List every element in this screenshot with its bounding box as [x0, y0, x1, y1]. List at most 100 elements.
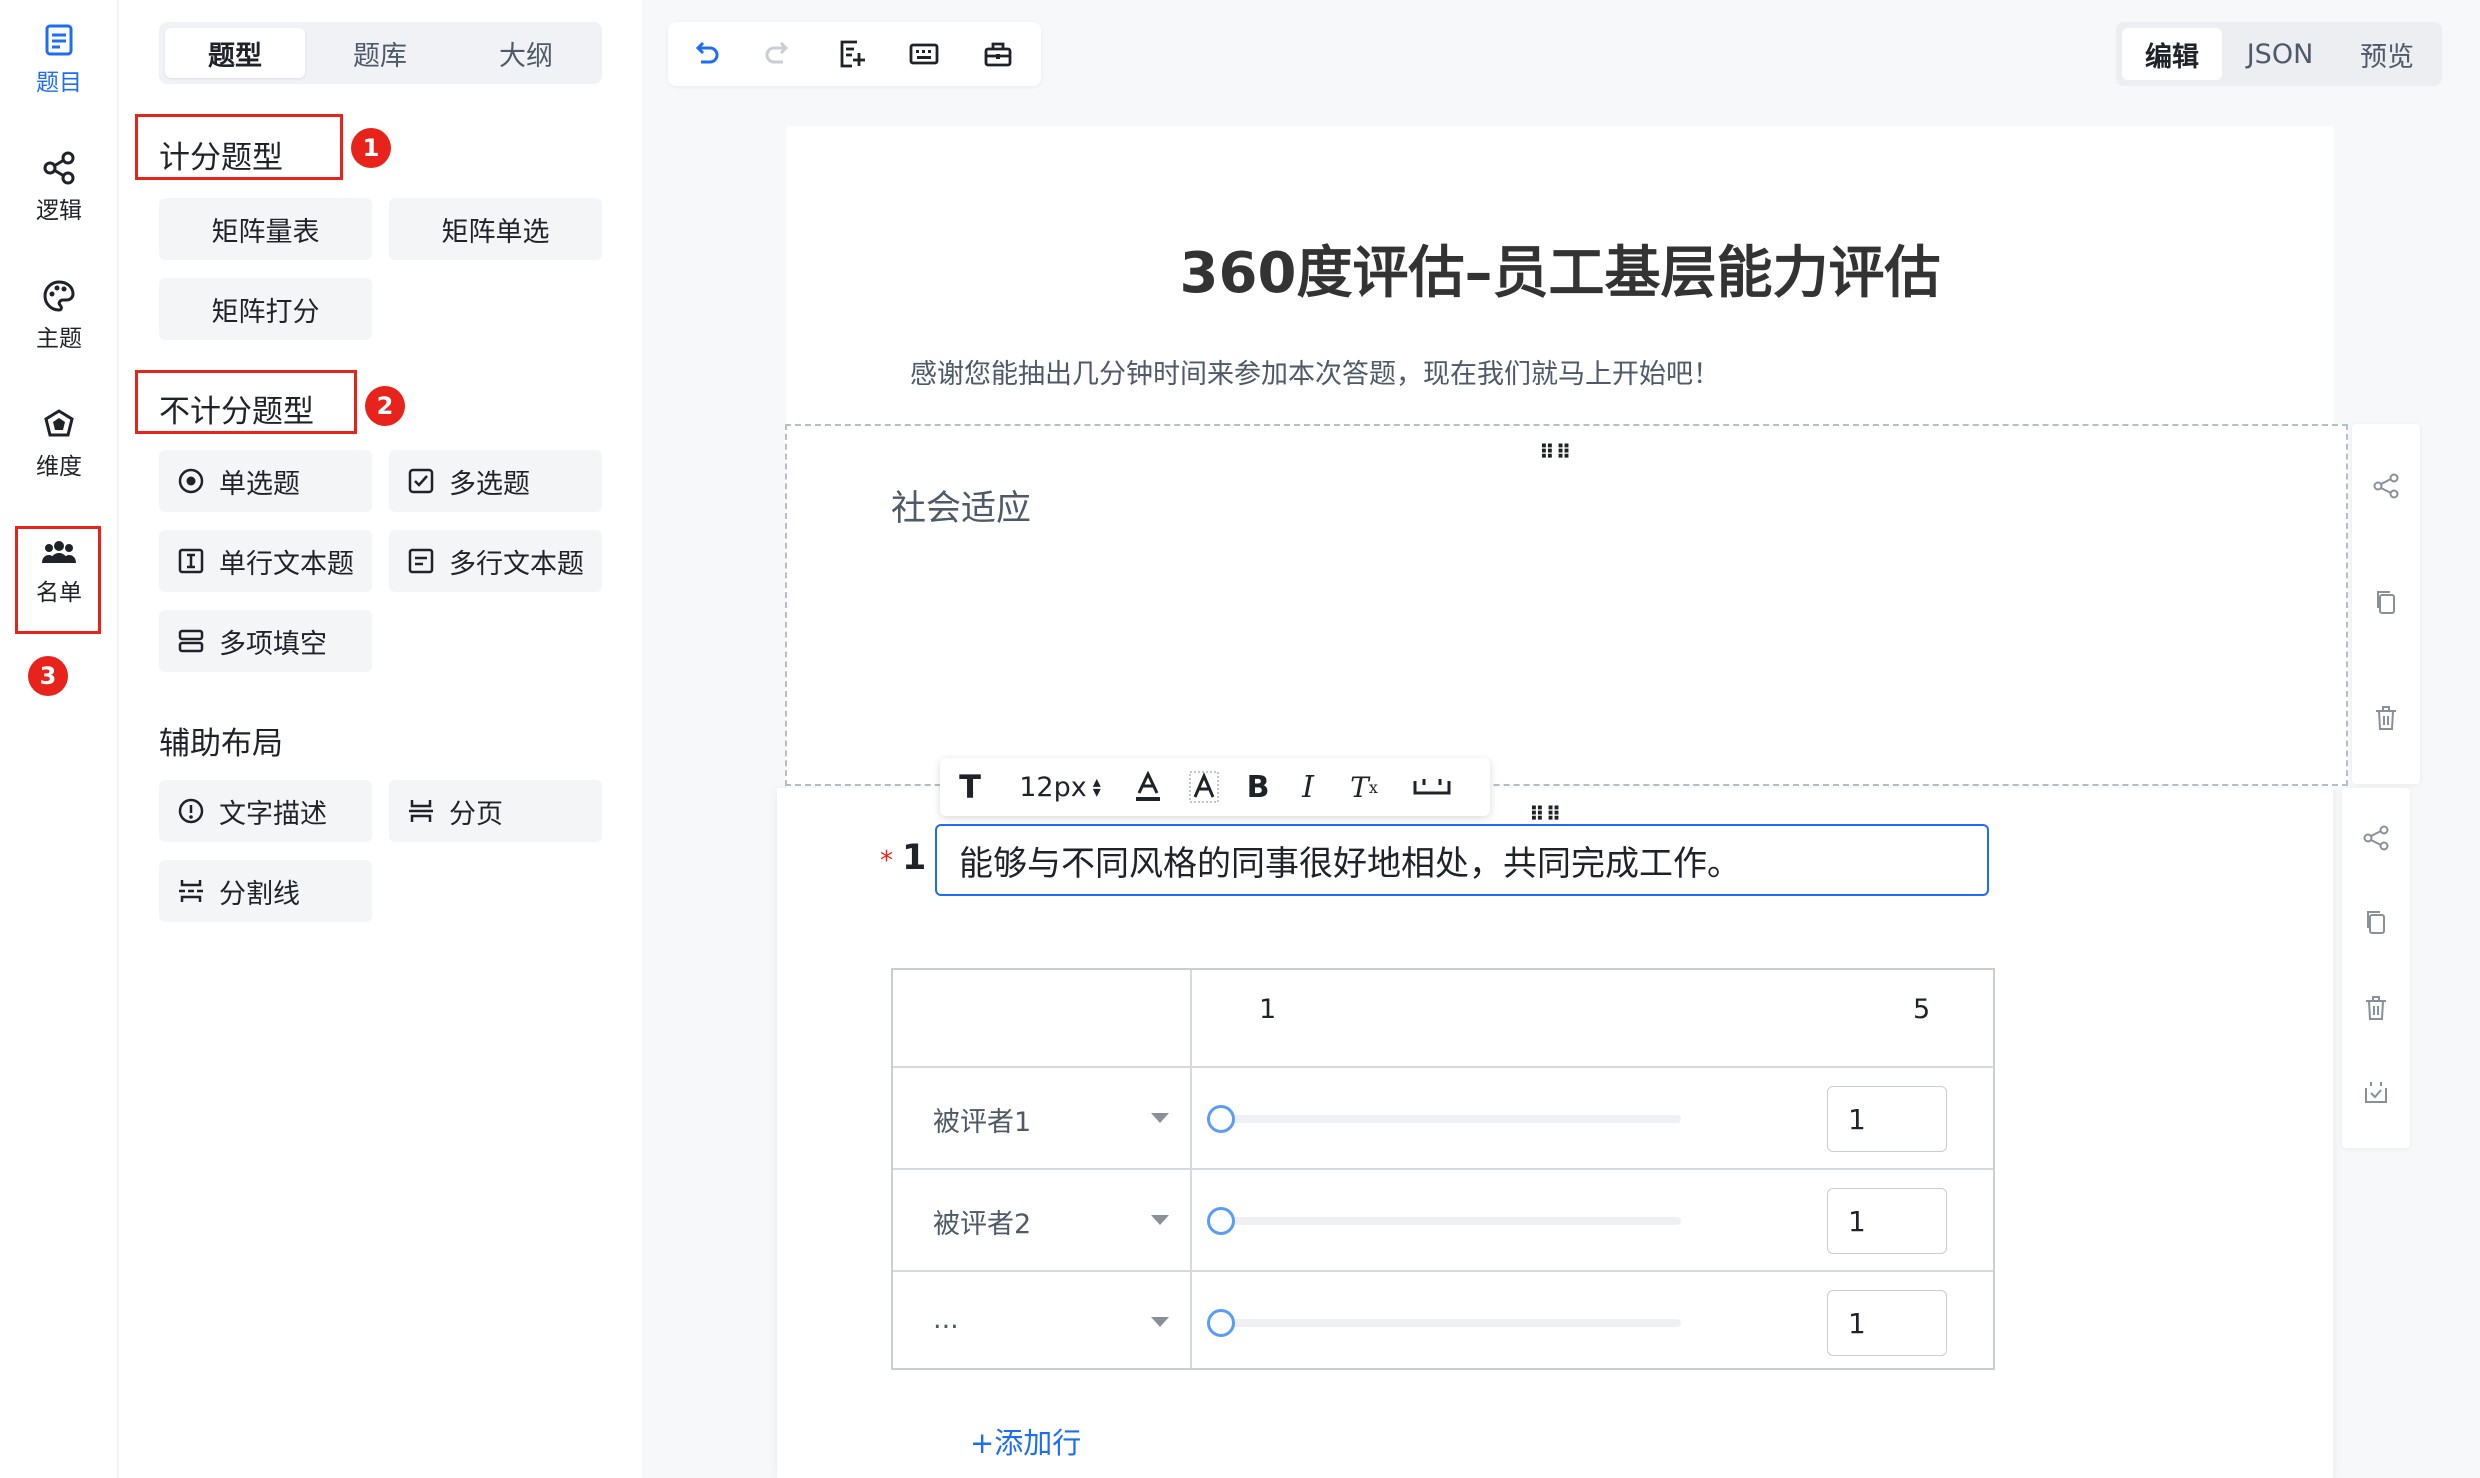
divider-icon — [179, 880, 203, 902]
question-side-actions — [2342, 788, 2410, 1148]
annotation-box-scored — [135, 114, 343, 180]
section-title[interactable]: 社会适应 — [891, 480, 1031, 531]
rail-label: 逻辑 — [36, 198, 82, 224]
annotation-badge-2: 2 — [365, 386, 405, 426]
undo-button[interactable] — [688, 36, 724, 72]
text-input-icon — [178, 548, 204, 574]
drag-handle-icon[interactable]: ⠿⠿ — [1529, 802, 1562, 826]
component-multi-line-text[interactable]: 多行文本题 — [389, 530, 602, 592]
toolbox-icon — [984, 42, 1012, 67]
font-color-icon[interactable] — [1130, 770, 1166, 804]
scale-min-label: 1 — [1259, 994, 1277, 1025]
chevron-down-icon[interactable] — [1151, 1317, 1169, 1327]
page-break-icon — [409, 800, 433, 822]
table-divider — [893, 1168, 1993, 1170]
rail-item-questions[interactable]: 题目 — [0, 10, 118, 110]
component-single-line-text[interactable]: 单行文本题 — [159, 530, 372, 592]
save-to-bank-icon[interactable] — [2362, 1078, 2390, 1106]
panel-tabs: 题型 题库 大纲 — [159, 22, 602, 84]
mode-switch: 编辑 JSON 预览 — [2116, 22, 2442, 86]
row-label-3[interactable]: ... — [933, 1304, 959, 1335]
text-style-icon[interactable]: T — [952, 768, 988, 806]
annotation-box-unscored — [135, 370, 357, 434]
mode-preview[interactable]: 预览 — [2338, 28, 2436, 80]
font-size-value: 12px — [1019, 771, 1087, 803]
tab-outline[interactable]: 大纲 — [456, 28, 596, 78]
table-divider — [893, 1270, 1993, 1272]
row-label-2[interactable]: 被评者2 — [933, 1202, 1031, 1241]
chevron-down-icon[interactable] — [1151, 1215, 1169, 1225]
component-page-break[interactable]: 分页 — [389, 780, 602, 842]
component-divider[interactable]: 分割线 — [159, 860, 372, 922]
component-multi-choice[interactable]: 多选题 — [389, 450, 602, 512]
import-icon — [840, 40, 865, 68]
clear-format-icon[interactable]: Tx — [1344, 770, 1384, 804]
rail-item-dimension[interactable]: 维度 — [0, 394, 118, 494]
table-divider — [893, 1066, 1993, 1068]
rail-item-logic[interactable]: 逻辑 — [0, 138, 118, 238]
section-block[interactable]: ⠿⠿ — [785, 424, 2348, 786]
tab-question-bank[interactable]: 题库 — [310, 28, 450, 78]
slider-handle[interactable] — [1207, 1207, 1235, 1235]
component-panel: 题型 题库 大纲 计分题型 1 矩阵量表 矩阵单选 矩阵打分 不计分题型 2 单… — [119, 0, 642, 1478]
add-row-button[interactable]: +添加行 — [970, 1420, 1081, 1462]
row-slider-3[interactable] — [1207, 1309, 1681, 1337]
section-layout-title: 辅助布局 — [159, 726, 283, 762]
component-single-choice[interactable]: 单选题 — [159, 450, 372, 512]
radio-icon — [178, 468, 204, 494]
row-slider-1[interactable] — [1207, 1105, 1681, 1133]
redo-icon — [765, 41, 789, 64]
component-label: 多选题 — [449, 468, 530, 500]
question-number: 1 — [902, 838, 927, 878]
annotation-badge-3: 3 — [28, 656, 68, 696]
editor-toolbar — [668, 22, 1041, 86]
tab-question-types[interactable]: 题型 — [165, 28, 305, 78]
left-rail: 题目 逻辑 主题 维度 名单 3 — [0, 0, 118, 1478]
annotation-badge-1: 1 — [351, 128, 391, 168]
component-text-description[interactable]: 文字描述 — [159, 780, 372, 842]
row-value-input-3[interactable]: 1 — [1827, 1290, 1947, 1356]
textarea-icon — [408, 548, 434, 574]
toolbox-button[interactable] — [980, 36, 1016, 72]
copy-icon[interactable] — [2372, 588, 2400, 616]
import-button[interactable] — [834, 36, 870, 72]
dimension-icon — [44, 409, 74, 437]
bold-icon[interactable]: B — [1240, 770, 1276, 805]
logic-icon[interactable] — [2372, 472, 2400, 500]
row-label-1[interactable]: 被评者1 — [933, 1100, 1031, 1139]
font-size-select[interactable]: 12px ▴ ▾ — [1010, 770, 1110, 804]
row-value-input-2[interactable]: 1 — [1827, 1188, 1947, 1254]
trash-icon[interactable] — [2372, 704, 2400, 732]
rich-text-toolbar: T 12px ▴ ▾ B I Tx — [940, 758, 1490, 816]
redo-button[interactable] — [760, 36, 796, 72]
drag-handle-icon[interactable]: ⠿⠿ — [1539, 440, 1572, 464]
keyboard-button[interactable] — [906, 36, 942, 72]
highlight-icon[interactable] — [1186, 770, 1222, 804]
trash-icon[interactable] — [2362, 994, 2390, 1022]
blank-fill-icon[interactable] — [1408, 770, 1456, 804]
italic-icon[interactable]: I — [1290, 770, 1326, 805]
mode-edit[interactable]: 编辑 — [2122, 28, 2222, 80]
survey-description[interactable]: 感谢您能抽出几分钟时间来参加本次答题，现在我们就马上开始吧！ — [910, 352, 1720, 391]
component-label: 多行文本题 — [449, 548, 584, 580]
survey-title[interactable]: 360度评估–员工基层能力评估 — [0, 228, 2480, 309]
rail-label: 主题 — [36, 326, 82, 352]
checkbox-icon — [408, 468, 434, 494]
slider-handle[interactable] — [1207, 1105, 1235, 1133]
slider-handle[interactable] — [1207, 1309, 1235, 1337]
component-label: 单选题 — [219, 468, 300, 500]
logic-icon — [43, 151, 75, 185]
component-label: 多项填空 — [219, 628, 327, 660]
copy-icon[interactable] — [2362, 908, 2390, 936]
updown-icon: ▴ ▾ — [1092, 772, 1101, 801]
section-side-actions — [2352, 424, 2420, 784]
row-slider-2[interactable] — [1207, 1207, 1681, 1235]
question-title-input[interactable]: 能够与不同风格的同事很好地相处，共同完成工作。 — [935, 824, 1989, 896]
annotation-box-roster — [15, 526, 101, 634]
chevron-down-icon[interactable] — [1151, 1113, 1169, 1123]
logic-icon[interactable] — [2362, 824, 2390, 852]
mode-json[interactable]: JSON — [2228, 28, 2332, 80]
component-multi-fill[interactable]: 多项填空 — [159, 610, 372, 672]
row-value-input-1[interactable]: 1 — [1827, 1086, 1947, 1152]
component-label: 分割线 — [219, 878, 300, 910]
